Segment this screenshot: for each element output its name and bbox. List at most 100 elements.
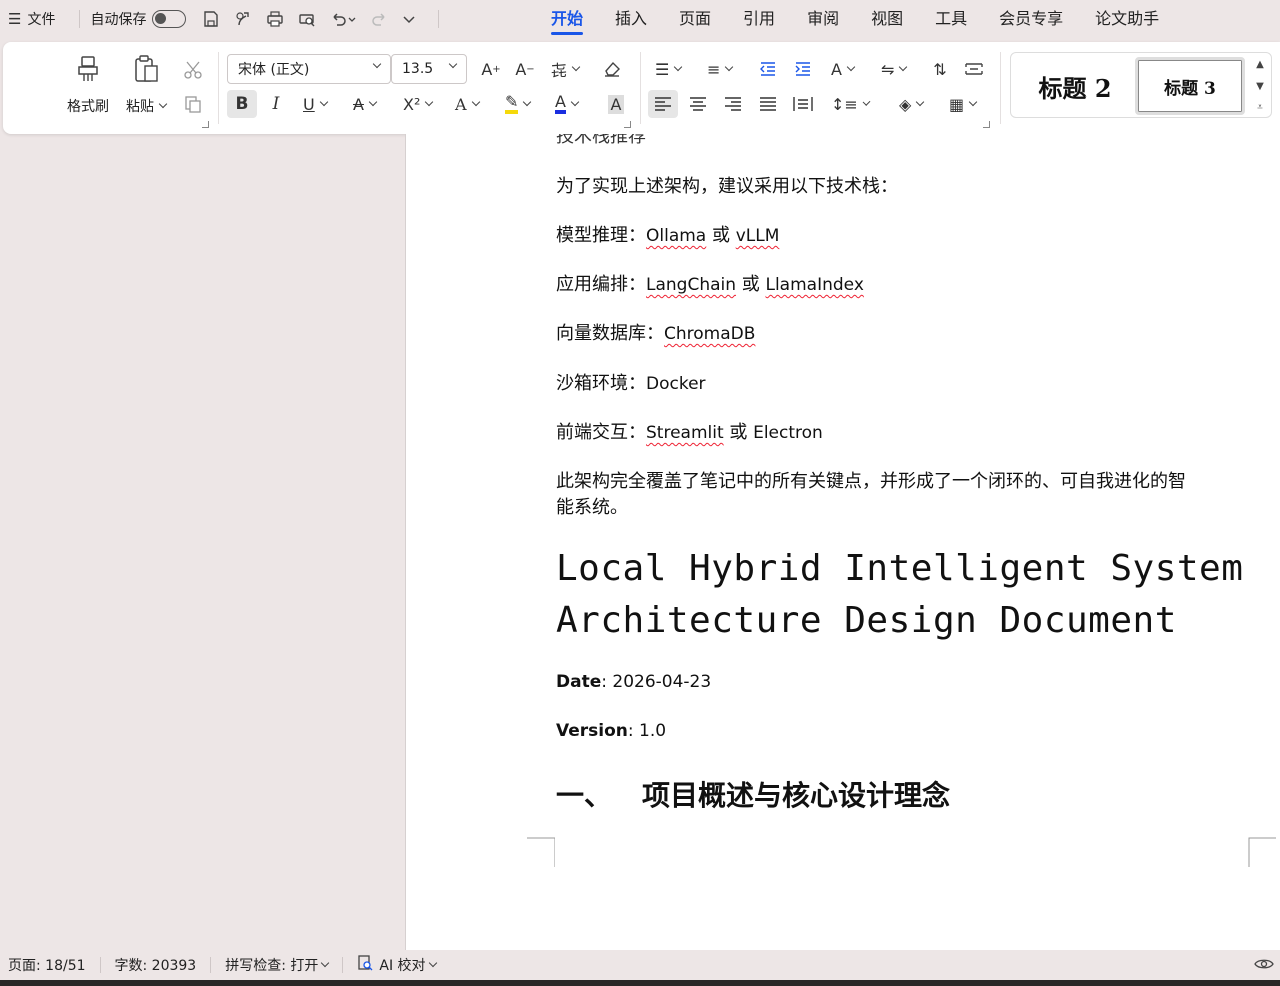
paste-button[interactable]: 粘贴 (126, 54, 168, 116)
style-gallery: 标题 2 标题 3 ▲ ▼ ⩡ (1010, 52, 1272, 118)
clipboard-launcher-icon[interactable] (202, 121, 209, 128)
summary-line-2: 能系统。 (556, 497, 628, 518)
text-effect-button[interactable]: A (451, 90, 493, 118)
print-icon[interactable] (266, 10, 284, 28)
font-size-select[interactable]: 13.5 (391, 54, 467, 84)
item-label: 应用编排： (556, 274, 646, 295)
undo-icon[interactable] (330, 10, 356, 28)
item-tech: Docker (646, 374, 706, 394)
print-preview-icon[interactable] (298, 10, 316, 28)
italic-button[interactable]: I (261, 90, 291, 118)
font-name-value: 宋体 (正文) (238, 62, 310, 78)
copy-icon[interactable] (178, 90, 208, 118)
cut-icon[interactable] (178, 56, 208, 84)
eye-icon[interactable] (1254, 956, 1274, 976)
autosave-toggle[interactable] (152, 10, 187, 28)
export-pdf-icon[interactable] (234, 10, 252, 28)
chevron-down-icon (916, 97, 925, 107)
phonetic-guide-button[interactable]: 㐂 (547, 55, 589, 83)
date-label: Date (556, 672, 602, 692)
chevron-down-icon (968, 97, 978, 107)
sort-icon[interactable]: ⇅ (925, 55, 955, 83)
date-value: : 2026-04-23 (601, 672, 712, 692)
superscript-button[interactable]: X² (399, 90, 441, 118)
style-heading-3[interactable]: 标题 3 (1135, 57, 1245, 115)
more-icon[interactable] (402, 10, 416, 28)
align-left-icon[interactable] (648, 90, 678, 118)
redo-icon[interactable] (370, 10, 388, 28)
borders-button[interactable]: ▦ (945, 90, 987, 118)
style-heading-2[interactable]: 标题 2 (1017, 57, 1133, 115)
chevron-down-icon (725, 62, 734, 72)
distribute-icon[interactable] (788, 90, 818, 118)
list-item: 模型推理：Ollama 或 vLLM (556, 221, 779, 247)
file-menu[interactable]: ☰ 文件 (8, 9, 69, 29)
spell-check-toggle[interactable]: 拼写检查: 打开 (217, 955, 336, 975)
format-painter-button[interactable]: 格式刷 (67, 54, 109, 116)
superscript-icon: X² (403, 94, 421, 114)
tab-references[interactable]: 引用 (727, 0, 791, 38)
strikethrough-button[interactable]: A (349, 90, 391, 118)
text-direction-button[interactable]: A (827, 55, 869, 83)
tab-page[interactable]: 页面 (663, 0, 727, 38)
chevron-down-icon (372, 59, 382, 69)
bold-button[interactable]: B (227, 90, 257, 118)
chevron-up-icon[interactable]: ▲ (1256, 59, 1264, 70)
tab-thesis-assistant[interactable]: 论文助手 (1079, 0, 1175, 38)
divider (1000, 52, 1001, 124)
section-number: 一、 (556, 779, 613, 812)
chevron-down-icon (319, 97, 328, 107)
tab-home[interactable]: 开始 (535, 0, 599, 38)
align-center-icon[interactable] (683, 90, 713, 118)
tab-member[interactable]: 会员专享 (983, 0, 1079, 38)
shading-button[interactable]: ◈ (895, 90, 937, 118)
item-label: 模型推理： (556, 225, 646, 246)
font-launcher-icon[interactable] (624, 121, 631, 128)
show-marks-icon[interactable] (959, 55, 989, 83)
tab-review[interactable]: 审阅 (791, 0, 855, 38)
align-right-icon[interactable] (718, 90, 748, 118)
ribbon-tabs: 开始 插入 页面 引用 审阅 视图 工具 会员专享 论文助手 (535, 0, 1175, 38)
autosave-label: 自动保存 (90, 12, 147, 28)
gallery-expand-icon[interactable]: ⩡ (1257, 102, 1263, 113)
chevron-down-icon (846, 62, 856, 72)
underline-button[interactable]: U (299, 90, 341, 118)
font-name-select[interactable]: 宋体 (正文) (227, 54, 391, 84)
page-indicator[interactable]: 页面: 18/51 (0, 955, 94, 975)
line-spacing-button[interactable]: ↕≡ (827, 90, 871, 118)
justify-icon[interactable] (753, 90, 783, 118)
tab-insert[interactable]: 插入 (599, 0, 663, 38)
tab-tools[interactable]: 工具 (919, 0, 983, 38)
paste-label: 粘贴 (126, 99, 154, 115)
grow-font-icon[interactable]: A + (476, 55, 506, 83)
shrink-font-icon[interactable]: A − (510, 55, 540, 83)
page-corner-mark (1248, 837, 1276, 867)
numbered-list-button[interactable]: ≡ (703, 55, 745, 83)
item-label: 沙箱环境： (556, 373, 646, 394)
autosave-control[interactable]: 自动保存 (90, 9, 187, 29)
convert-button[interactable]: ⇋ (877, 55, 919, 83)
document-page[interactable]: 技术栈推荐 为了实现上述架构，建议采用以下技术栈： 模型推理：Ollama 或 … (405, 134, 1280, 950)
font-color-button[interactable]: A (551, 90, 593, 118)
chevron-down-icon (862, 98, 871, 106)
character-shading-icon[interactable]: A (601, 90, 631, 118)
underline-icon: U (303, 94, 315, 114)
increase-indent-icon[interactable] (788, 55, 818, 83)
font-color-icon: A (555, 94, 566, 114)
word-count[interactable]: 字数: 20393 (107, 955, 205, 975)
ai-proofread-button[interactable]: AI 校对 (349, 955, 443, 975)
gallery-scroll[interactable]: ▲ ▼ ⩡ (1253, 59, 1267, 113)
chevron-down-icon (523, 97, 532, 107)
clear-format-icon[interactable] (597, 55, 627, 83)
divider (210, 957, 212, 973)
phonetic-guide-icon: 㐂 (551, 61, 568, 80)
decrease-indent-icon[interactable] (753, 55, 783, 83)
tab-view[interactable]: 视图 (855, 0, 919, 38)
item-tech: vLLM (735, 226, 780, 246)
bullet-list-button[interactable]: ☰ (651, 55, 693, 83)
highlight-button[interactable]: ✎ (501, 90, 543, 118)
chevron-down-icon[interactable]: ▼ (1256, 81, 1264, 92)
save-icon[interactable] (202, 10, 220, 28)
paragraph-launcher-icon[interactable] (983, 121, 990, 128)
spell-check-label: 拼写检查: 打开 (225, 958, 319, 974)
